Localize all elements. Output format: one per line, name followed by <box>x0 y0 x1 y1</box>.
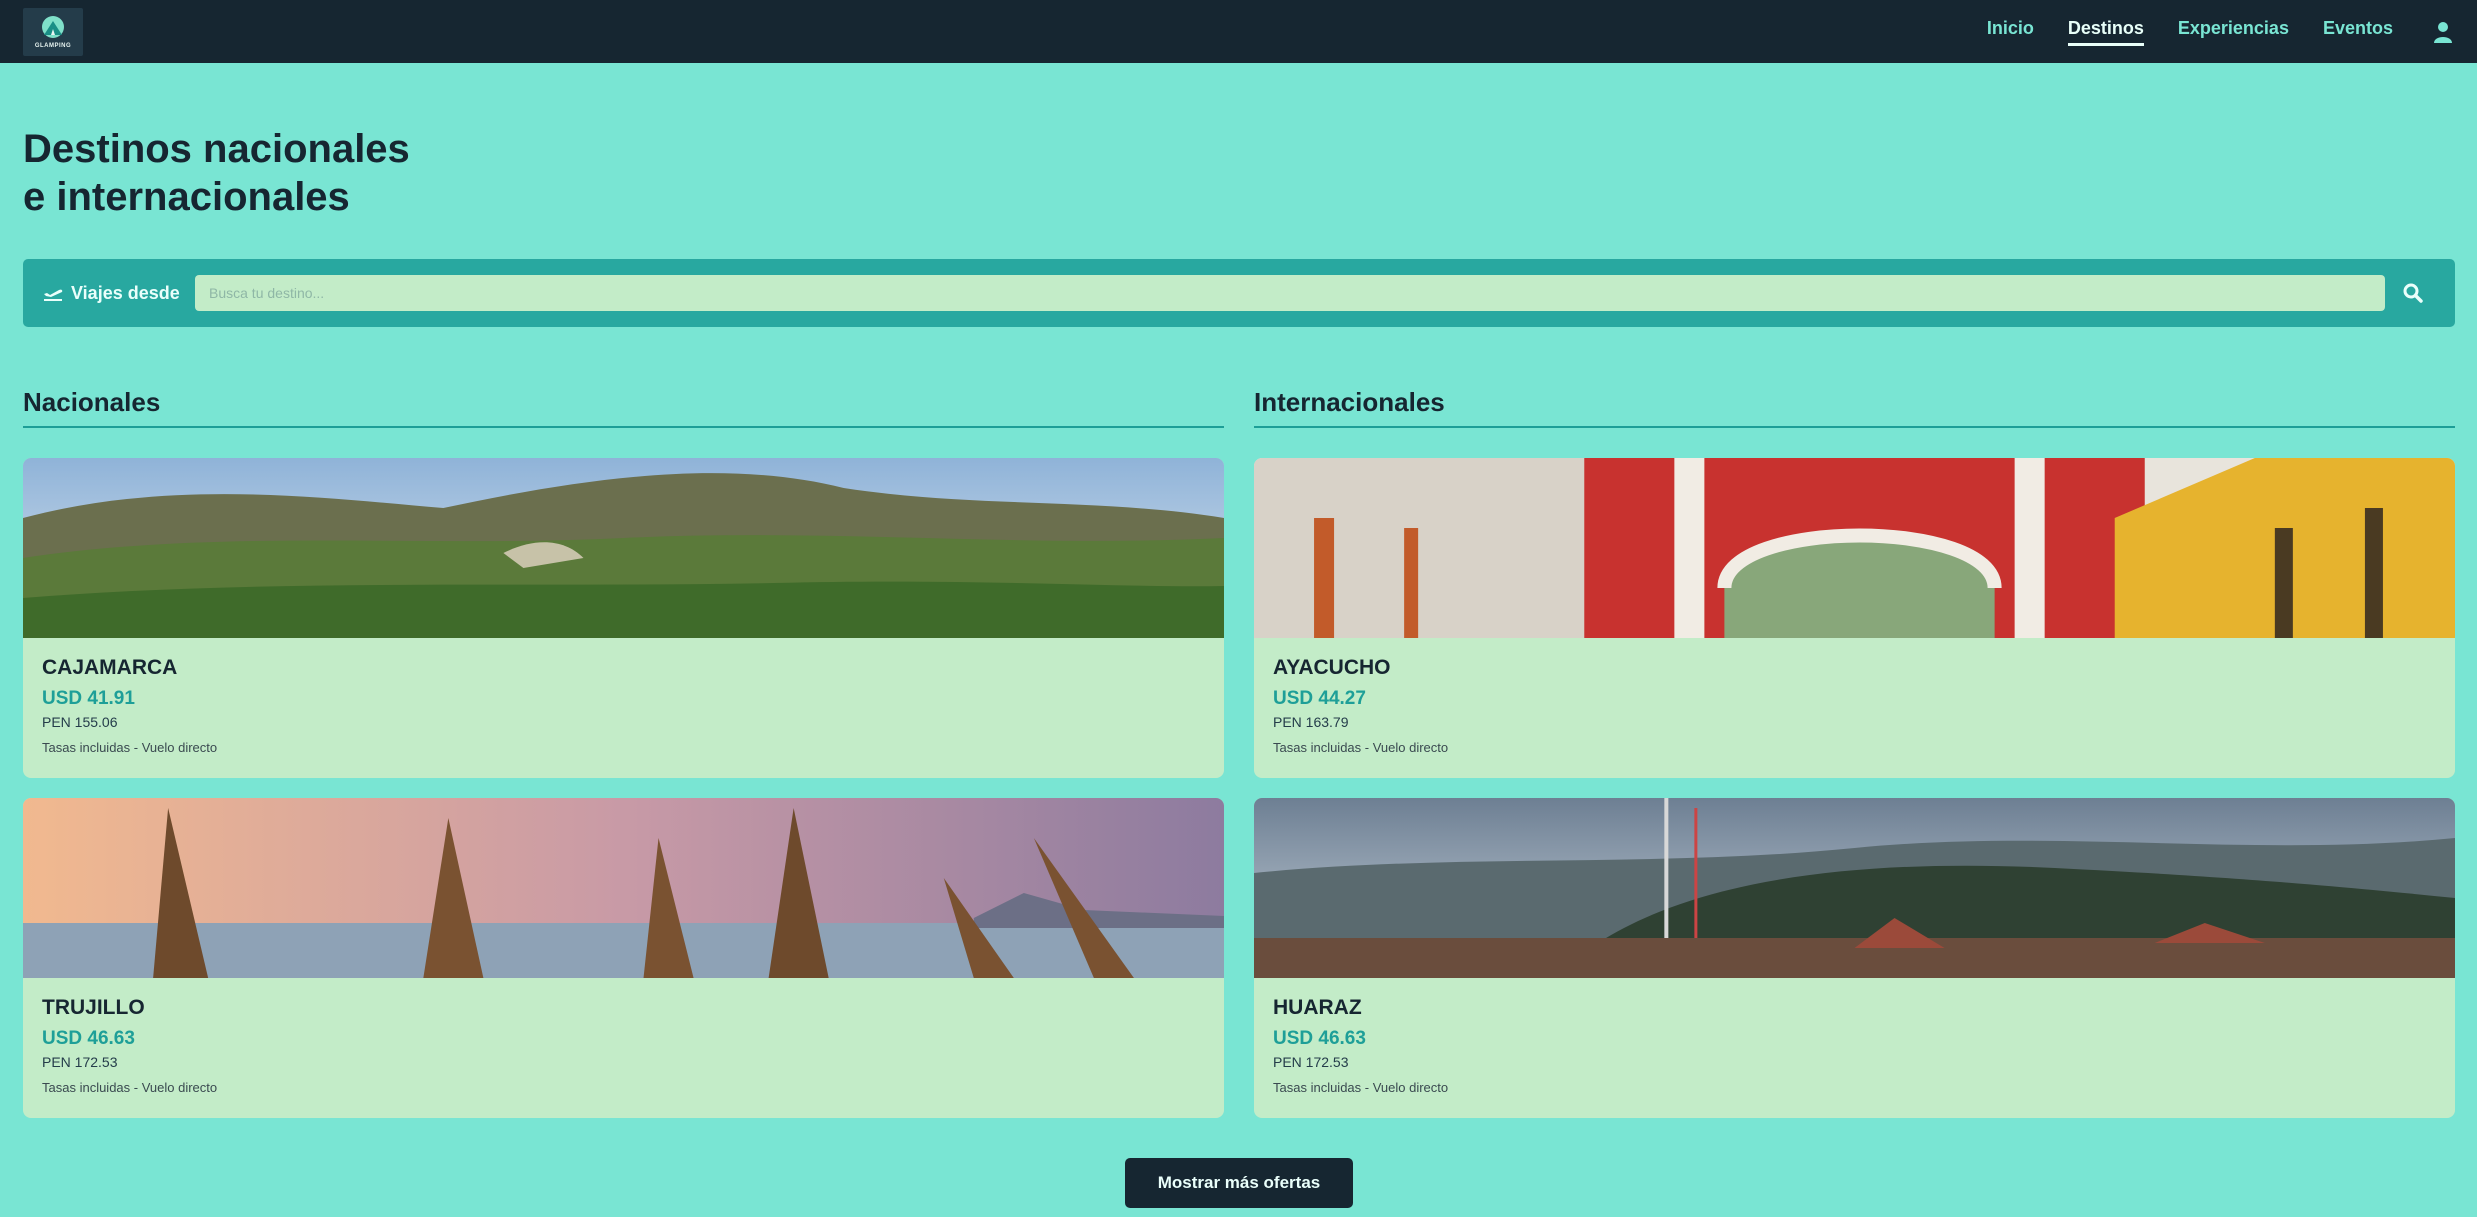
destination-image-huaraz <box>1254 798 2455 978</box>
nav-destinos[interactable]: Destinos <box>2067 17 2144 46</box>
nav-eventos[interactable]: Eventos <box>2323 17 2393 46</box>
page-title-line1: Destinos nacionales <box>23 127 410 171</box>
destination-name: CAJAMARCA <box>42 656 178 679</box>
price-usd: USD 46.63 <box>42 1028 135 1049</box>
tent-icon <box>42 15 64 38</box>
destination-name: HUARAZ <box>1273 996 1362 1019</box>
card-body: CAJAMARCA USD 41.91 PEN 155.06 Tasas inc… <box>23 638 1224 769</box>
destination-card-ayacucho[interactable]: AYACUCHO USD 44.27 PEN 163.79 Tasas incl… <box>1254 458 2455 778</box>
nav-experiencias[interactable]: Experiencias <box>2178 17 2289 46</box>
card-body: AYACUCHO USD 44.27 PEN 163.79 Tasas incl… <box>1254 638 2455 769</box>
nacionales-section: Nacionales CAJAMARCA USD 41.91 PEN 155.0… <box>23 387 1224 1118</box>
section-title-nacionales: Nacionales <box>23 387 1224 428</box>
search-input[interactable] <box>195 275 2385 311</box>
destination-image-ayacucho <box>1254 458 2455 638</box>
travel-from-label: Viajes desde <box>71 282 180 303</box>
destination-card-huaraz[interactable]: HUARAZ USD 46.63 PEN 172.53 Tasas inclui… <box>1254 798 2455 1118</box>
more-offers-wrap: Mostrar más ofertas <box>23 1158 2455 1208</box>
price-pen: PEN 172.53 <box>42 1054 118 1070</box>
page-title: Destinos nacionales e internacionales <box>23 63 623 221</box>
destinations-columns: Nacionales CAJAMARCA USD 41.91 PEN 155.0… <box>23 387 2455 1118</box>
price-pen: PEN 163.79 <box>1273 714 1349 730</box>
show-more-offers-button[interactable]: Mostrar más ofertas <box>1125 1158 1353 1208</box>
top-navbar: GLAMPING Inicio Destinos Experiencias Ev… <box>0 0 2477 63</box>
main-nav: Inicio Destinos Experiencias Eventos <box>1987 17 2455 46</box>
page-title-line2: e internacionales <box>23 175 350 219</box>
user-icon[interactable] <box>2431 20 2455 44</box>
price-note: Tasas incluidas - Vuelo directo <box>42 1080 218 1095</box>
price-usd: USD 41.91 <box>42 688 135 709</box>
search-icon <box>2403 283 2423 303</box>
plane-takeoff-icon <box>44 289 63 301</box>
card-body: HUARAZ USD 46.63 PEN 172.53 Tasas inclui… <box>1254 978 2455 1109</box>
search-bar: Viajes desde <box>23 259 2455 327</box>
destination-card-cajamarca[interactable]: CAJAMARCA USD 41.91 PEN 155.06 Tasas inc… <box>23 458 1224 778</box>
logo[interactable]: GLAMPING <box>23 7 83 56</box>
travel-from-dropdown[interactable]: Viajes desde <box>43 283 195 304</box>
destination-image-cajamarca <box>23 458 1224 638</box>
section-title-internacionales: Internacionales <box>1254 387 2455 428</box>
destination-name: AYACUCHO <box>1273 656 1391 679</box>
card-body: TRUJILLO USD 46.63 PEN 172.53 Tasas incl… <box>23 978 1224 1109</box>
price-pen: PEN 155.06 <box>42 714 118 730</box>
search-button[interactable] <box>2391 271 2435 315</box>
logo-text: GLAMPING <box>34 42 72 49</box>
destination-image-trujillo <box>23 798 1224 978</box>
price-note: Tasas incluidas - Vuelo directo <box>1273 1080 1449 1095</box>
price-pen: PEN 172.53 <box>1273 1054 1349 1070</box>
nav-inicio[interactable]: Inicio <box>1987 17 2034 46</box>
internacionales-section: Internacionales AYACUCHO USD 44.27 PEN 1… <box>1254 387 2455 1118</box>
price-usd: USD 46.63 <box>1273 1028 1366 1049</box>
destination-name: TRUJILLO <box>42 996 145 1019</box>
price-note: Tasas incluidas - Vuelo directo <box>1273 740 1449 755</box>
price-note: Tasas incluidas - Vuelo directo <box>42 740 218 755</box>
destination-card-trujillo[interactable]: TRUJILLO USD 46.63 PEN 172.53 Tasas incl… <box>23 798 1224 1118</box>
main-content: Destinos nacionales e internacionales Vi… <box>0 63 2477 1208</box>
price-usd: USD 44.27 <box>1273 688 1366 709</box>
